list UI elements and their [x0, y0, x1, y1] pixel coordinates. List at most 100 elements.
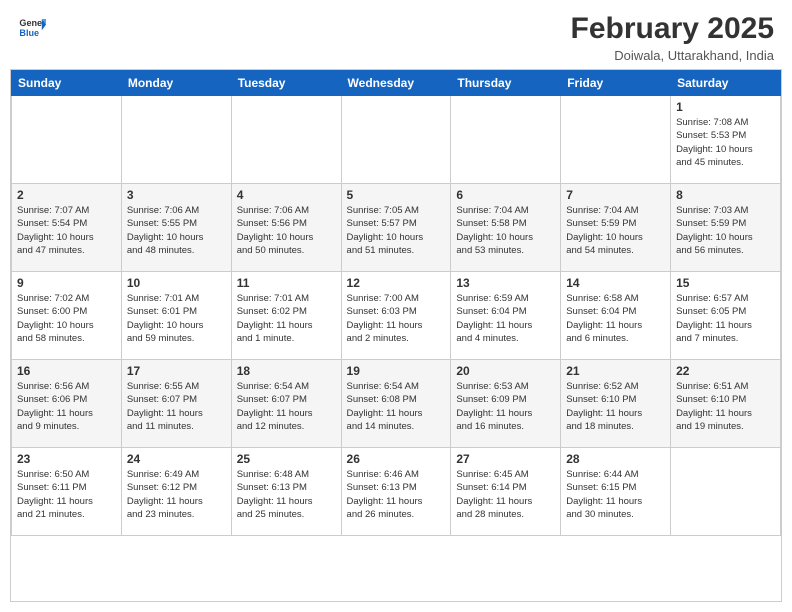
title-block: February 2025 Doiwala, Uttarakhand, Indi… — [571, 12, 774, 63]
day-number: 5 — [347, 188, 446, 202]
day-cell: 26 Sunrise: 6:46 AM Sunset: 6:13 PM Dayli… — [341, 448, 451, 536]
day-number: 23 — [17, 452, 116, 466]
week-row-4: 16 Sunrise: 6:56 AM Sunset: 6:06 PM Dayli… — [12, 360, 781, 448]
header: General Blue February 2025 Doiwala, Utta… — [0, 0, 792, 69]
page: General Blue February 2025 Doiwala, Utta… — [0, 0, 792, 612]
day-cell — [121, 96, 231, 184]
day-cell: 13Sunrise: 6:59 AM Sunset: 6:04 PM Dayli… — [451, 272, 561, 360]
weekday-header-saturday: Saturday — [671, 71, 781, 96]
day-detail: Sunrise: 6:54 AM Sunset: 6:07 PM Dayligh… — [237, 380, 336, 433]
svg-text:Blue: Blue — [19, 28, 39, 38]
day-number: 8 — [676, 188, 775, 202]
day-detail: Sunrise: 6:52 AM Sunset: 6:10 PM Dayligh… — [566, 380, 665, 433]
day-cell: 19 Sunrise: 6:54 AM Sunset: 6:08 PM Dayli… — [341, 360, 451, 448]
day-cell: 7 Sunrise: 7:04 AM Sunset: 5:59 PM Daylig… — [561, 184, 671, 272]
weekday-header-wednesday: Wednesday — [341, 71, 451, 96]
day-number: 26 — [347, 452, 446, 466]
weekday-header-friday: Friday — [561, 71, 671, 96]
day-number: 22 — [676, 364, 775, 378]
week-row-3: 9 Sunrise: 7:02 AM Sunset: 6:00 PM Daylig… — [12, 272, 781, 360]
day-detail: Sunrise: 7:01 AM Sunset: 6:01 PM Dayligh… — [127, 292, 226, 345]
day-cell — [12, 96, 122, 184]
day-number: 28 — [566, 452, 665, 466]
generalblue-logo-icon: General Blue — [18, 12, 46, 40]
day-cell: 18 Sunrise: 6:54 AM Sunset: 6:07 PM Dayli… — [231, 360, 341, 448]
day-detail: Sunrise: 7:02 AM Sunset: 6:00 PM Dayligh… — [17, 292, 116, 345]
day-cell: 12 Sunrise: 7:00 AM Sunset: 6:03 PM Dayli… — [341, 272, 451, 360]
day-cell: 27 Sunrise: 6:45 AM Sunset: 6:14 PM Dayli… — [451, 448, 561, 536]
day-number: 16 — [17, 364, 116, 378]
day-cell: 6 Sunrise: 7:04 AM Sunset: 5:58 PM Daylig… — [451, 184, 561, 272]
day-number: 2 — [17, 188, 116, 202]
day-cell — [451, 96, 561, 184]
week-row-5: 23 Sunrise: 6:50 AM Sunset: 6:11 PM Dayli… — [12, 448, 781, 536]
weekday-header-tuesday: Tuesday — [231, 71, 341, 96]
week-row-1: 1 Sunrise: 7:08 AM Sunset: 5:53 PM Daylig… — [12, 96, 781, 184]
day-number: 15 — [676, 276, 775, 290]
day-number: 3 — [127, 188, 226, 202]
week-row-2: 2 Sunrise: 7:07 AM Sunset: 5:54 PM Daylig… — [12, 184, 781, 272]
day-cell: 14 Sunrise: 6:58 AM Sunset: 6:04 PM Dayli… — [561, 272, 671, 360]
day-detail: Sunrise: 7:07 AM Sunset: 5:54 PM Dayligh… — [17, 204, 116, 257]
day-cell: 24 Sunrise: 6:49 AM Sunset: 6:12 PM Dayli… — [121, 448, 231, 536]
day-number: 14 — [566, 276, 665, 290]
day-detail: Sunrise: 7:06 AM Sunset: 5:56 PM Dayligh… — [237, 204, 336, 257]
day-number: 9 — [17, 276, 116, 290]
logo: General Blue — [18, 12, 46, 40]
day-cell: 5Sunrise: 7:05 AM Sunset: 5:57 PM Daylig… — [341, 184, 451, 272]
day-cell: 15Sunrise: 6:57 AM Sunset: 6:05 PM Dayli… — [671, 272, 781, 360]
day-cell — [231, 96, 341, 184]
day-cell: 23 Sunrise: 6:50 AM Sunset: 6:11 PM Dayli… — [12, 448, 122, 536]
day-detail: Sunrise: 6:46 AM Sunset: 6:13 PM Dayligh… — [347, 468, 446, 521]
day-cell — [341, 96, 451, 184]
day-detail: Sunrise: 6:56 AM Sunset: 6:06 PM Dayligh… — [17, 380, 116, 433]
day-number: 4 — [237, 188, 336, 202]
calendar: SundayMondayTuesdayWednesdayThursdayFrid… — [10, 69, 782, 602]
day-detail: Sunrise: 7:03 AM Sunset: 5:59 PM Dayligh… — [676, 204, 775, 257]
day-cell: 10 Sunrise: 7:01 AM Sunset: 6:01 PM Dayli… — [121, 272, 231, 360]
day-detail: Sunrise: 6:55 AM Sunset: 6:07 PM Dayligh… — [127, 380, 226, 433]
day-detail: Sunrise: 6:50 AM Sunset: 6:11 PM Dayligh… — [17, 468, 116, 521]
day-detail: Sunrise: 7:08 AM Sunset: 5:53 PM Dayligh… — [676, 116, 775, 169]
day-number: 18 — [237, 364, 336, 378]
weekday-header-sunday: Sunday — [12, 71, 122, 96]
day-number: 6 — [456, 188, 555, 202]
day-detail: Sunrise: 6:48 AM Sunset: 6:13 PM Dayligh… — [237, 468, 336, 521]
day-number: 12 — [347, 276, 446, 290]
day-cell: 16 Sunrise: 6:56 AM Sunset: 6:06 PM Dayli… — [12, 360, 122, 448]
day-number: 27 — [456, 452, 555, 466]
location-subtitle: Doiwala, Uttarakhand, India — [571, 48, 774, 63]
day-number: 17 — [127, 364, 226, 378]
day-cell: 3 Sunrise: 7:06 AM Sunset: 5:55 PM Daylig… — [121, 184, 231, 272]
day-cell — [671, 448, 781, 536]
day-cell: 20 Sunrise: 6:53 AM Sunset: 6:09 PM Dayli… — [451, 360, 561, 448]
day-detail: Sunrise: 6:45 AM Sunset: 6:14 PM Dayligh… — [456, 468, 555, 521]
day-number: 24 — [127, 452, 226, 466]
day-detail: Sunrise: 7:00 AM Sunset: 6:03 PM Dayligh… — [347, 292, 446, 345]
day-number: 7 — [566, 188, 665, 202]
weekday-header-monday: Monday — [121, 71, 231, 96]
day-detail: Sunrise: 7:04 AM Sunset: 5:59 PM Dayligh… — [566, 204, 665, 257]
day-detail: Sunrise: 6:54 AM Sunset: 6:08 PM Dayligh… — [347, 380, 446, 433]
day-detail: Sunrise: 7:04 AM Sunset: 5:58 PM Dayligh… — [456, 204, 555, 257]
day-detail: Sunrise: 6:53 AM Sunset: 6:09 PM Dayligh… — [456, 380, 555, 433]
day-number: 20 — [456, 364, 555, 378]
day-number: 11 — [237, 276, 336, 290]
day-detail: Sunrise: 7:06 AM Sunset: 5:55 PM Dayligh… — [127, 204, 226, 257]
day-number: 25 — [237, 452, 336, 466]
day-detail: Sunrise: 6:58 AM Sunset: 6:04 PM Dayligh… — [566, 292, 665, 345]
day-detail: Sunrise: 6:49 AM Sunset: 6:12 PM Dayligh… — [127, 468, 226, 521]
day-detail: Sunrise: 6:44 AM Sunset: 6:15 PM Dayligh… — [566, 468, 665, 521]
day-detail: Sunrise: 6:51 AM Sunset: 6:10 PM Dayligh… — [676, 380, 775, 433]
day-number: 13 — [456, 276, 555, 290]
day-cell — [561, 96, 671, 184]
day-cell: 9 Sunrise: 7:02 AM Sunset: 6:00 PM Daylig… — [12, 272, 122, 360]
day-number: 10 — [127, 276, 226, 290]
weekday-header-row: SundayMondayTuesdayWednesdayThursdayFrid… — [12, 71, 781, 96]
day-cell: 21 Sunrise: 6:52 AM Sunset: 6:10 PM Dayli… — [561, 360, 671, 448]
day-number: 1 — [676, 100, 775, 114]
day-cell: 4 Sunrise: 7:06 AM Sunset: 5:56 PM Daylig… — [231, 184, 341, 272]
day-cell: 17 Sunrise: 6:55 AM Sunset: 6:07 PM Dayli… — [121, 360, 231, 448]
day-number: 21 — [566, 364, 665, 378]
day-number: 19 — [347, 364, 446, 378]
